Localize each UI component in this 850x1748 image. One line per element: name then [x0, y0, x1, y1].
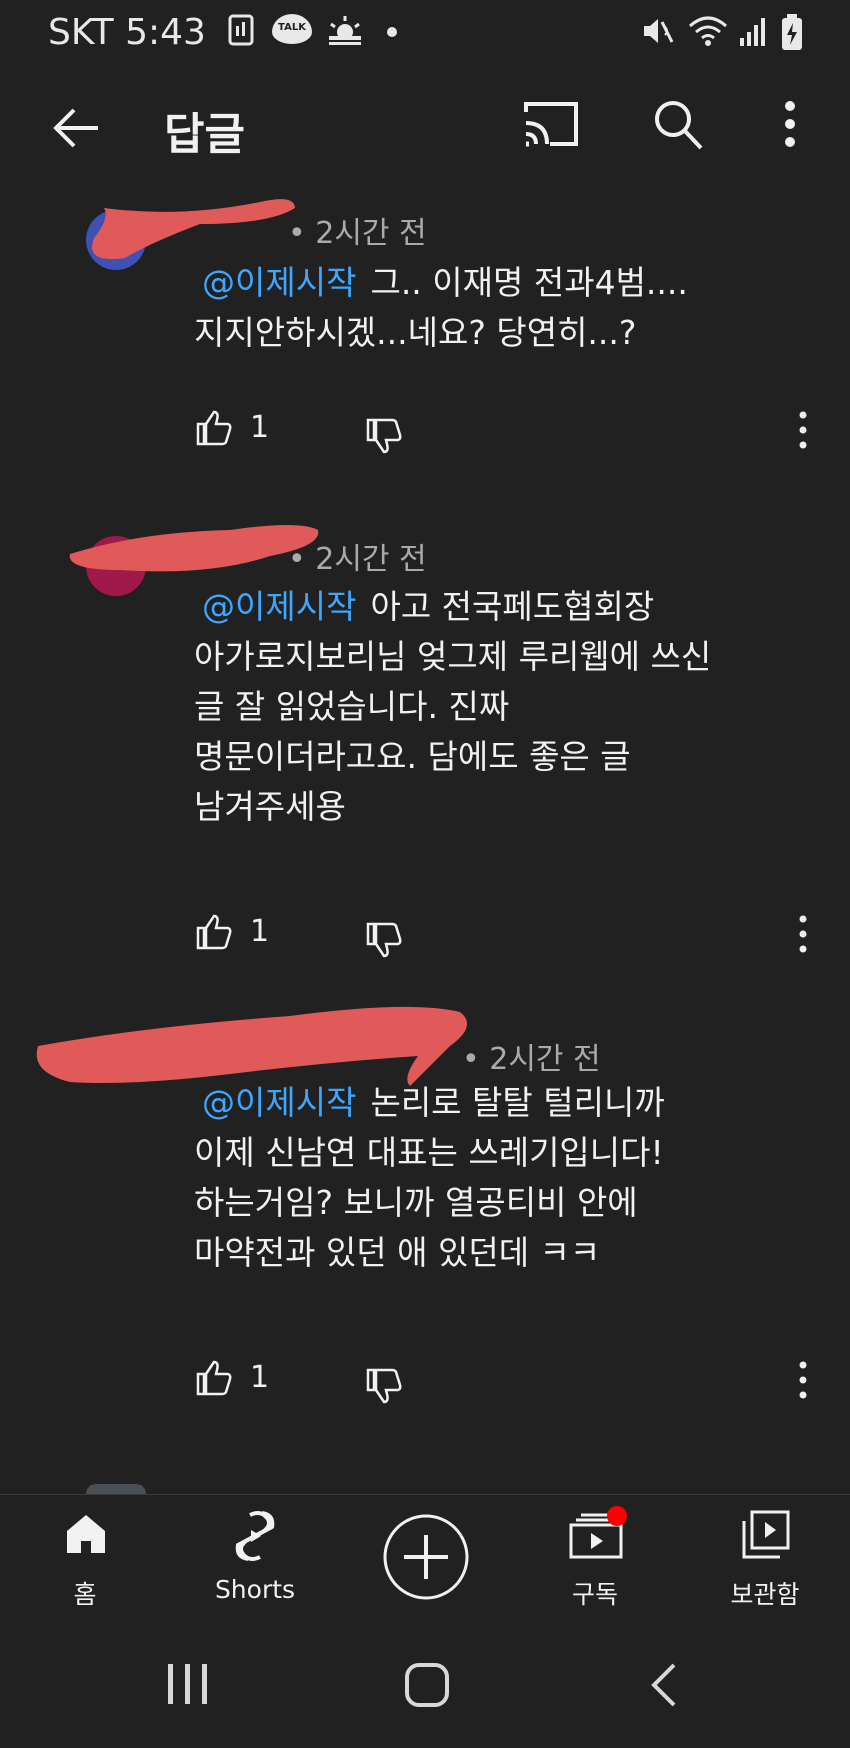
comment-line: 마약전과 있던 애 있던데 ㅋㅋ [194, 1233, 601, 1272]
more-vert-icon[interactable] [780, 98, 800, 150]
dislike-thumb-down-icon[interactable] [364, 416, 404, 456]
like-thumb-up-icon[interactable] [194, 912, 234, 952]
comment-line: 글 잘 읽었습니다. 진짜 [194, 687, 510, 726]
mention-link[interactable]: @이제시작 [202, 263, 356, 302]
nav-label: 구독 [571, 1580, 618, 1609]
dislike-thumb-down-icon[interactable] [364, 1366, 404, 1406]
comment-line: 이제 신남연 대표는 쓰레기입니다! [194, 1133, 664, 1172]
nav-create[interactable] [350, 1495, 500, 1621]
create-icon [383, 1514, 469, 1600]
dot-icon [387, 27, 397, 37]
carrier-label: SKT [48, 12, 114, 53]
home-button-icon[interactable] [404, 1662, 450, 1708]
wifi-icon [689, 16, 727, 46]
kakao-badge-label: TALK [278, 22, 306, 33]
comment-time: • 2시간 전 [462, 1042, 601, 1077]
comment-line: 하는거임? 보니까 열공티비 안에 [194, 1183, 638, 1222]
comment-text: @이제시작 아고 전국페도협회장 아가로지보리님 엊그제 루리웹에 쓰신 글 잘 … [194, 582, 814, 832]
kakaotalk-icon: TALK [272, 14, 312, 44]
app-bar: 답글 [0, 70, 850, 185]
notification-dot-icon [607, 1506, 627, 1526]
library-icon [742, 1510, 790, 1559]
comment-line: 남겨주세용 [194, 787, 346, 826]
comment-line: 아가로지보리님 엊그제 루리웹에 쓰신 [194, 637, 712, 676]
comment-more-icon[interactable] [796, 1360, 810, 1400]
signal-icon [740, 18, 765, 46]
comment-text: @이제시작 논리로 탈탈 털리니까 이제 신남연 대표는 쓰레기입니다! 하는거임… [194, 1078, 814, 1278]
page-title: 답글 [164, 109, 245, 160]
search-icon[interactable] [652, 98, 704, 152]
avatar[interactable] [86, 1484, 146, 1494]
clock: 5:43 [125, 12, 206, 53]
status-bar: SKT 5:43 TALK [0, 0, 850, 70]
comment-line: 아고 전국페도협회장 [370, 587, 655, 626]
back-button-icon[interactable] [648, 1662, 678, 1708]
comment-line: 명문이더라고요. 담에도 좋은 글 [194, 737, 631, 776]
shorts-icon [235, 1511, 275, 1561]
cast-icon[interactable] [522, 100, 580, 148]
nav-label: Shorts [214, 1575, 296, 1604]
carrier-time: SKT 5:43 [48, 12, 206, 53]
back-arrow-icon[interactable] [48, 100, 104, 156]
screen-record-icon [228, 14, 254, 46]
comment-line: 그.. 이재명 전과4범.... [370, 263, 688, 302]
bottom-nav: 홈 Shorts 구독 보관함 [0, 1494, 850, 1621]
comment-line: 논리로 탈탈 털리니까 [370, 1083, 665, 1122]
home-icon [67, 1515, 105, 1553]
nav-label: 보관함 [730, 1580, 800, 1609]
nav-shorts[interactable]: Shorts [180, 1495, 330, 1621]
nav-label: 홈 [73, 1580, 97, 1609]
battery-charging-icon [782, 14, 802, 50]
nav-library[interactable]: 보관함 [690, 1495, 840, 1621]
like-count: 1 [250, 914, 270, 949]
weather-icon [329, 16, 361, 45]
mention-link[interactable]: @이제시작 [202, 1083, 356, 1122]
comment-line: 지지안하시겠...네요? 당연히...? [194, 313, 637, 352]
comment-more-icon[interactable] [796, 914, 810, 954]
like-count: 1 [250, 410, 270, 445]
recent-apps-icon[interactable] [166, 1662, 210, 1706]
mute-icon [644, 19, 674, 43]
dislike-thumb-down-icon[interactable] [364, 920, 404, 960]
like-count: 1 [250, 1360, 270, 1395]
system-nav-bar [0, 1620, 850, 1748]
nav-subscriptions[interactable]: 구독 [520, 1495, 670, 1621]
redaction-mark [69, 525, 319, 572]
comment-text: @이제시작 그.. 이재명 전과4범.... 지지안하시겠...네요? 당연히..… [194, 258, 814, 358]
like-thumb-up-icon[interactable] [194, 1358, 234, 1398]
like-thumb-up-icon[interactable] [194, 408, 234, 448]
mention-link[interactable]: @이제시작 [202, 587, 356, 626]
comment-more-icon[interactable] [796, 410, 810, 450]
nav-home[interactable]: 홈 [10, 1495, 160, 1621]
